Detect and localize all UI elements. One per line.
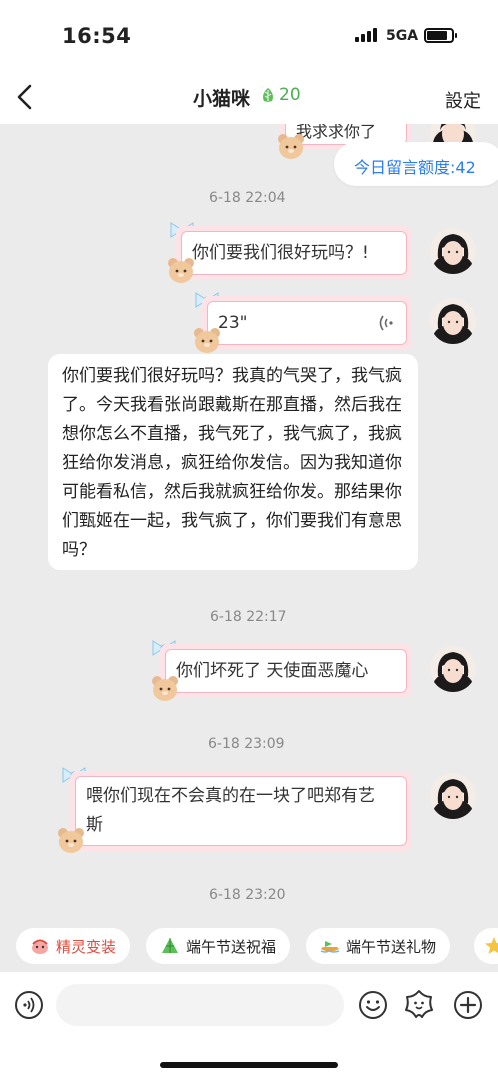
timestamp: 6-18 22:04 xyxy=(209,190,286,206)
chip-label: 端午节送礼物 xyxy=(346,937,437,956)
chip-label: 端午节送祝福 xyxy=(186,937,277,956)
quick-reply-sprite-dressup[interactable]: 精灵变装 xyxy=(16,928,131,964)
timestamp: 6-18 23:09 xyxy=(208,736,285,752)
voice-duration: 23" xyxy=(218,312,248,333)
zongzi-icon xyxy=(162,938,178,953)
message-text: 你们坏死了 天使面恶魔心 xyxy=(165,649,407,693)
sticker-icon[interactable] xyxy=(404,989,434,1019)
signal-icon xyxy=(355,28,381,42)
network-label: 5GA xyxy=(386,28,419,44)
quick-reply-bar: 精灵变装 端午节送祝福 端午节送礼物 xyxy=(0,920,498,972)
back-icon[interactable] xyxy=(14,84,36,110)
voice-transcription-bubble[interactable]: 你们要我们很好玩吗？我真的气哭了，我气疯了。今天我看张尚跟戴斯在那直播，然后我在… xyxy=(48,354,418,570)
bear-sticker-icon xyxy=(168,258,194,283)
avatar[interactable] xyxy=(430,228,476,274)
bear-sticker-icon xyxy=(278,134,304,159)
page-title: 小猫咪 xyxy=(193,88,251,110)
quick-reply-more[interactable] xyxy=(474,928,498,964)
intimacy-count: 20 xyxy=(279,85,301,105)
status-time: 16:54 xyxy=(62,24,132,48)
settings-button[interactable]: 設定 xyxy=(445,87,481,113)
input-bar xyxy=(0,972,498,1080)
bear-sticker-icon xyxy=(152,676,178,701)
timestamp: 6-18 23:20 xyxy=(209,887,286,903)
quick-reply-dragonboat-gift[interactable]: 端午节送礼物 xyxy=(306,928,451,964)
battery-level xyxy=(427,31,447,40)
avatar[interactable] xyxy=(430,298,476,344)
message-input[interactable] xyxy=(56,984,344,1026)
message-bubble[interactable]: 你们坏死了 天使面恶魔心 xyxy=(160,644,412,698)
star-icon xyxy=(485,937,498,954)
home-indicator xyxy=(160,1062,338,1068)
intimacy-badge: 20 xyxy=(260,85,301,105)
chat-area[interactable]: 我求求你了 今日留言额度:42 6-18 22:04 你们要我们很好玩吗？! 2… xyxy=(0,124,498,920)
quick-reply-dragonboat-blessing[interactable]: 端午节送祝福 xyxy=(146,928,291,964)
voice-message-bubble[interactable]: 23" xyxy=(202,296,412,350)
voice-input-icon[interactable] xyxy=(14,990,44,1020)
plus-icon[interactable] xyxy=(453,990,483,1020)
message-bubble[interactable]: 喂你们现在不会真的在一块了吧郑有艺斯 xyxy=(70,771,412,851)
message-text: 你们要我们很好玩吗？! xyxy=(181,231,407,275)
emoji-icon[interactable] xyxy=(358,990,388,1020)
message-bubble[interactable]: 你们要我们很好玩吗？! xyxy=(176,226,412,280)
sprite-icon xyxy=(32,939,48,954)
timestamp: 6-18 22:17 xyxy=(210,609,287,625)
avatar[interactable] xyxy=(430,646,476,692)
voice-wave-icon xyxy=(379,315,393,331)
status-bar: 16:54 5GA xyxy=(0,0,498,72)
dragon-boat-icon xyxy=(320,941,340,953)
nav-bar: 小猫咪 20 設定 xyxy=(0,72,498,124)
bear-sticker-icon xyxy=(194,328,220,353)
bear-sticker-icon xyxy=(58,828,84,853)
battery-icon xyxy=(424,28,457,43)
message-text: 喂你们现在不会真的在一块了吧郑有艺斯 xyxy=(75,776,407,846)
leaf-icon xyxy=(263,88,273,102)
message-quota-badge: 今日留言额度:42 xyxy=(334,142,498,186)
avatar[interactable] xyxy=(430,773,476,819)
chip-label: 精灵变装 xyxy=(56,937,117,956)
